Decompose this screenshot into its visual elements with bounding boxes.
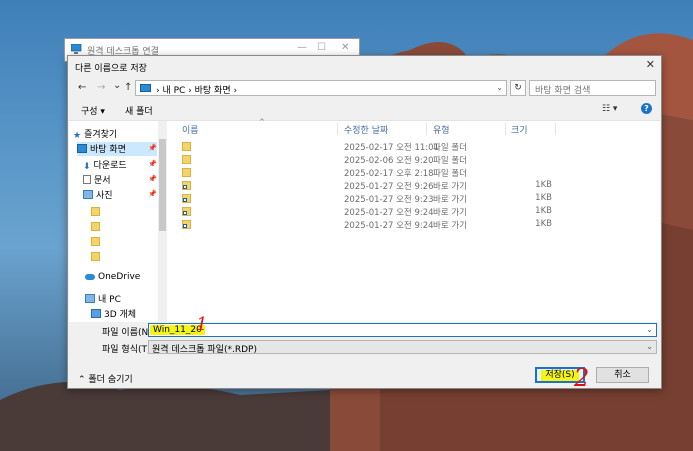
pc-icon bbox=[85, 294, 95, 303]
nav-downloads[interactable]: ⬇ 다운로드 bbox=[83, 158, 127, 172]
annotation-two: 2 bbox=[574, 364, 590, 392]
sort-ascending-icon: ^ bbox=[259, 118, 265, 126]
desktop-icon bbox=[77, 144, 87, 153]
shortcut-icon bbox=[182, 194, 191, 203]
dialog-close-icon[interactable]: ✕ bbox=[646, 58, 655, 71]
annotation-one: 1 bbox=[196, 314, 208, 335]
filetype-label: 파일 형식(T): bbox=[102, 345, 154, 355]
nav-onedrive[interactable]: OneDrive bbox=[85, 272, 140, 286]
download-icon: ⬇ bbox=[83, 162, 91, 172]
view-options-button[interactable]: ☷ ▾ bbox=[602, 104, 617, 114]
file-row[interactable]: 2025-02-17 오전 11:01 파일 폴더 bbox=[172, 140, 660, 153]
column-separator[interactable] bbox=[505, 123, 506, 135]
address-path: › 내 PC › 바탕 화면 › bbox=[156, 86, 238, 96]
cube-icon bbox=[91, 309, 101, 318]
shortcut-icon bbox=[182, 181, 191, 190]
command-toolbar: 구성 ▾ 새 폴더 ☷ ▾ ? bbox=[68, 102, 663, 120]
nav-quick-access[interactable]: ★ 즐겨찾기 bbox=[73, 127, 117, 141]
column-header-name[interactable]: 이름 bbox=[182, 123, 199, 139]
file-row[interactable]: 2025-01-27 오전 9:24 바로 가기 1KB bbox=[172, 218, 660, 231]
filename-input[interactable]: Win_11_20 ⌄ bbox=[148, 323, 657, 337]
file-row[interactable]: 2025-01-27 오전 9:26 바로 가기 1KB bbox=[172, 179, 660, 192]
refresh-button[interactable]: ↻ bbox=[510, 80, 526, 96]
close-button[interactable]: ✕ bbox=[341, 42, 349, 53]
file-row[interactable]: 2025-01-27 오전 9:23 바로 가기 1KB bbox=[172, 192, 660, 205]
organize-button[interactable]: 구성 ▾ bbox=[81, 104, 105, 117]
cancel-button[interactable]: 취소 bbox=[596, 367, 649, 383]
remote-desktop-icon bbox=[71, 44, 82, 54]
folder-icon[interactable] bbox=[91, 222, 100, 231]
file-row[interactable]: 2025-01-27 오전 9:24 바로 가기 1KB bbox=[172, 205, 660, 218]
file-row[interactable]: 2025-02-17 오후 2:18 파일 폴더 bbox=[172, 166, 660, 179]
file-row[interactable]: 2025-02-06 오전 9:20 파일 폴더 bbox=[172, 153, 660, 166]
recent-locations-icon[interactable]: ⌄ bbox=[113, 80, 121, 91]
filename-dropdown-icon[interactable]: ⌄ bbox=[646, 325, 653, 334]
hide-folders-button[interactable]: ⌃ 폴더 숨기기 bbox=[78, 372, 133, 385]
nav-scrollbar[interactable] bbox=[158, 121, 167, 322]
column-separator[interactable] bbox=[426, 123, 427, 135]
filetype-value: 원격 데스크톱 파일(*.RDP) bbox=[152, 345, 257, 355]
cloud-icon bbox=[85, 274, 95, 280]
picture-icon bbox=[83, 190, 93, 199]
nav-scroll-thumb[interactable] bbox=[159, 139, 166, 231]
filetype-dropdown-icon[interactable]: ⌄ bbox=[646, 342, 653, 351]
pc-icon bbox=[140, 84, 151, 92]
folder-icon[interactable] bbox=[91, 237, 100, 246]
maximize-button[interactable]: ☐ bbox=[317, 42, 326, 53]
column-header-type[interactable]: 유형 bbox=[433, 123, 450, 139]
column-header-modified[interactable]: 수정한 날짜 bbox=[344, 123, 388, 139]
pin-icon: 📌 bbox=[148, 144, 157, 152]
navigation-pane: ★ 즐겨찾기 바탕 화면 📌 ⬇ 다운로드 📌 문서 📌 사진 📌 OneDri… bbox=[69, 121, 167, 322]
nav-pictures[interactable]: 사진 bbox=[83, 188, 113, 202]
shortcut-icon bbox=[182, 207, 191, 216]
folder-icon[interactable] bbox=[91, 252, 100, 261]
browser-content: ★ 즐겨찾기 바탕 화면 📌 ⬇ 다운로드 📌 문서 📌 사진 📌 OneDri… bbox=[69, 118, 660, 322]
column-header-size[interactable]: 크기 bbox=[511, 123, 528, 139]
dialog-title: 다른 이름으로 저장 bbox=[75, 64, 147, 74]
pin-icon: 📌 bbox=[148, 190, 157, 198]
filename-label: 파일 이름(N): bbox=[102, 328, 155, 338]
folder-icon bbox=[182, 155, 191, 164]
column-separator[interactable] bbox=[337, 123, 338, 135]
nav-documents[interactable]: 문서 bbox=[83, 173, 111, 187]
column-separator[interactable] bbox=[555, 123, 556, 135]
pin-icon: 📌 bbox=[148, 160, 157, 168]
nav-desktop[interactable]: 바탕 화면 📌 bbox=[77, 142, 157, 156]
filetype-select[interactable]: 원격 데스크톱 파일(*.RDP) ⌄ bbox=[148, 340, 657, 355]
file-list: 이름 ^ 수정한 날짜 유형 크기 2025-02-17 오전 11:01 파일… bbox=[172, 118, 660, 322]
star-icon: ★ bbox=[73, 131, 82, 141]
address-bar[interactable]: › 내 PC › 바탕 화면 › ⌄ bbox=[135, 80, 507, 96]
forward-arrow-icon[interactable]: → bbox=[97, 82, 105, 93]
search-placeholder: 바탕 화면 검색 bbox=[535, 86, 591, 96]
list-scrollbar[interactable] bbox=[650, 121, 660, 322]
help-icon[interactable]: ? bbox=[641, 103, 652, 114]
new-folder-button[interactable]: 새 폴더 bbox=[125, 104, 153, 117]
minimize-button[interactable]: — bbox=[297, 42, 307, 53]
back-arrow-icon[interactable]: ← bbox=[78, 82, 86, 93]
address-dropdown-icon[interactable]: ⌄ bbox=[496, 83, 503, 92]
pin-icon: 📌 bbox=[148, 175, 157, 183]
shortcut-icon bbox=[182, 220, 191, 229]
nav-3d-objects[interactable]: 3D 개체 bbox=[91, 307, 136, 321]
navigation-bar: ← → ⌄ ↑ › 내 PC › 바탕 화면 › ⌄ ↻ 바탕 화면 검색 bbox=[68, 79, 663, 99]
search-input[interactable]: 바탕 화면 검색 bbox=[529, 80, 656, 96]
folder-icon[interactable] bbox=[91, 207, 100, 216]
folder-icon bbox=[182, 168, 191, 177]
save-as-dialog: 다른 이름으로 저장 ✕ ← → ⌄ ↑ › 내 PC › 바탕 화면 › ⌄ … bbox=[67, 55, 662, 389]
nav-this-pc[interactable]: 내 PC bbox=[85, 292, 121, 306]
document-icon bbox=[83, 175, 91, 184]
folder-icon bbox=[182, 142, 191, 151]
up-arrow-icon[interactable]: ↑ bbox=[124, 82, 132, 93]
